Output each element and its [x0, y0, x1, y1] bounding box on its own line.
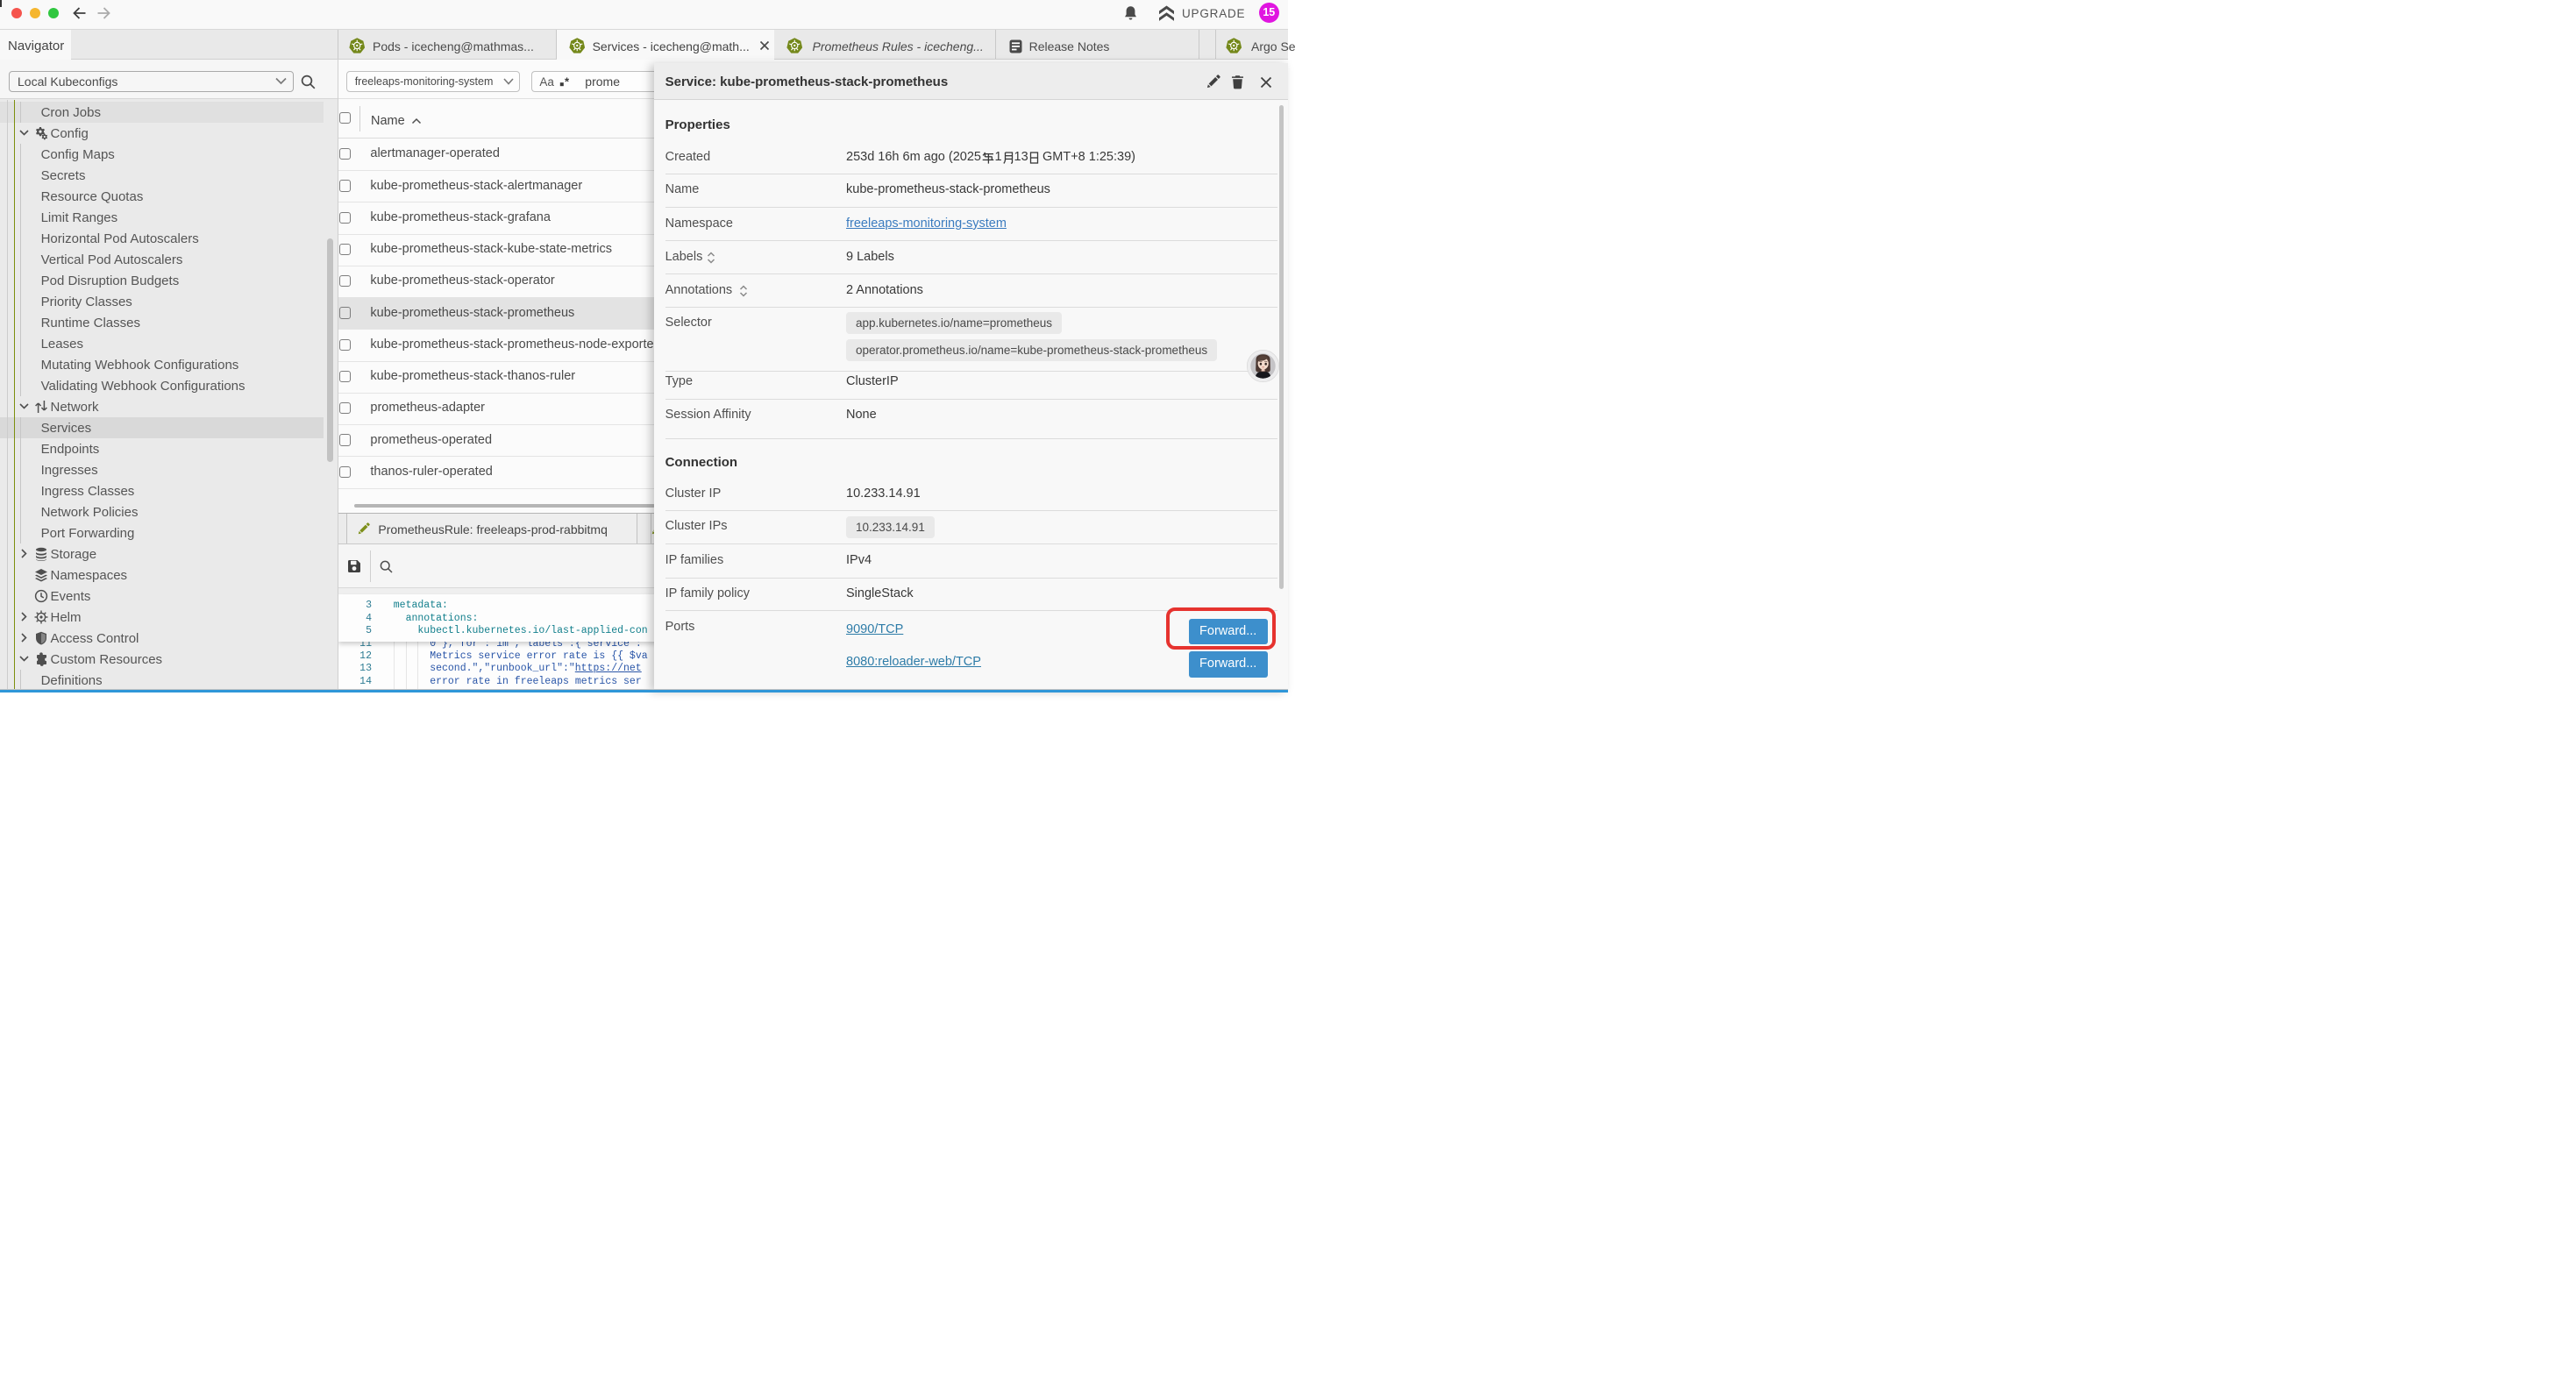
svg-text:*: * [565, 75, 570, 87]
